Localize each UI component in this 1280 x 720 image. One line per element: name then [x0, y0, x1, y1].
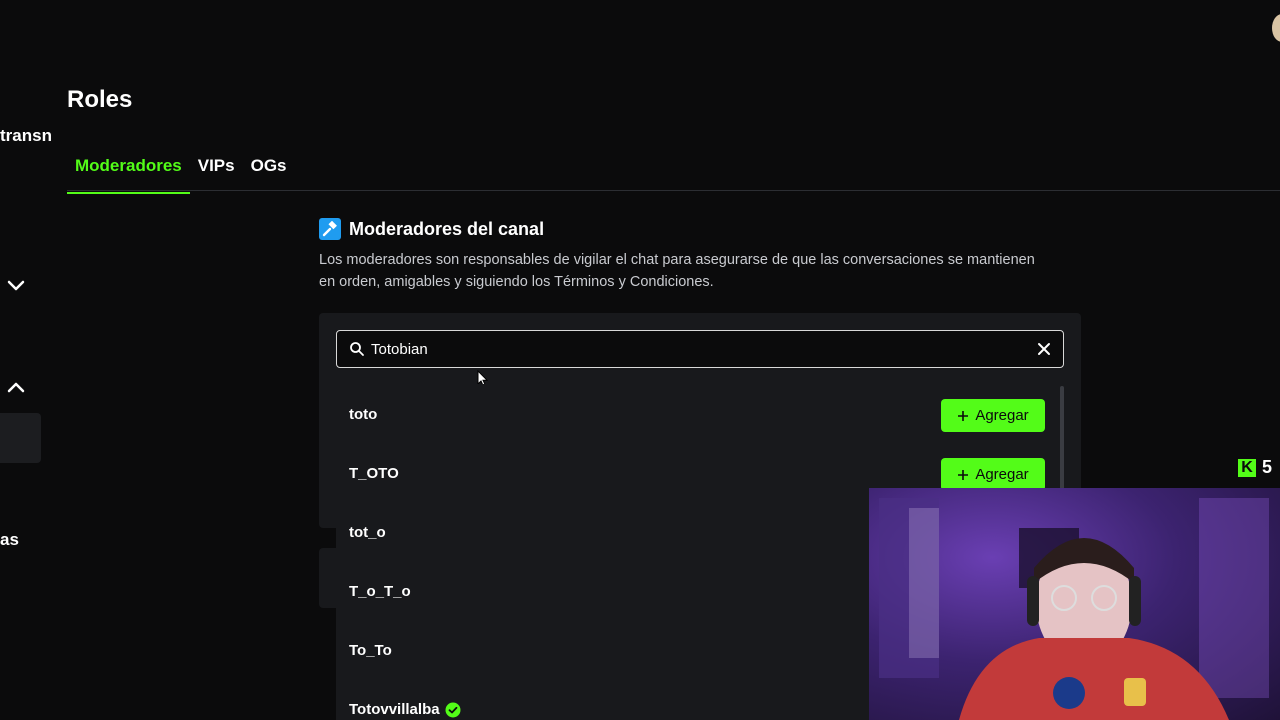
sidebar-item-partial[interactable]: transn — [0, 126, 52, 146]
sidebar-item-partial[interactable]: as — [0, 530, 19, 550]
sidebar-selected-item[interactable] — [0, 413, 41, 463]
roles-tabs: Moderadores VIPs OGs — [67, 150, 295, 194]
webcam-person-illustration — [879, 498, 1269, 720]
tab-vips[interactable]: VIPs — [190, 150, 243, 194]
chevron-up-icon[interactable] — [6, 377, 26, 397]
search-field[interactable] — [336, 330, 1064, 368]
sidebar-item-label: transn — [0, 126, 52, 145]
tab-moderadores[interactable]: Moderadores — [67, 150, 190, 194]
kick-count: 5 — [1262, 457, 1273, 477]
moderator-hammer-icon — [319, 218, 341, 240]
kick-logo-icon: K — [1238, 458, 1256, 477]
search-icon — [350, 342, 364, 356]
clear-icon[interactable] — [1037, 342, 1051, 356]
username-verified: Totovvillalba — [349, 701, 461, 718]
chevron-down-icon[interactable] — [6, 276, 26, 296]
section-header: Moderadores del canal — [319, 218, 544, 240]
list-item[interactable]: toto Agregar — [336, 385, 1058, 444]
username: toto — [349, 406, 378, 423]
page-title: Roles — [67, 86, 133, 113]
tab-ogs[interactable]: OGs — [243, 150, 295, 194]
add-moderator-button[interactable]: Agregar — [941, 458, 1045, 491]
section-title: Moderadores del canal — [349, 218, 545, 239]
username: T_o_T_o — [349, 583, 411, 600]
plus-icon — [958, 469, 969, 480]
add-button-label: Agregar — [975, 407, 1029, 424]
username: tot_o — [349, 524, 386, 541]
sidebar-item-label: as — [0, 530, 19, 549]
webcam-overlay — [869, 488, 1280, 720]
add-moderator-button[interactable]: Agregar — [941, 399, 1045, 432]
user-avatar[interactable] — [1272, 14, 1280, 42]
username: Totovvillalba — [349, 701, 440, 718]
username: T_OTO — [349, 465, 399, 482]
plus-icon — [958, 410, 969, 421]
verified-badge-icon — [445, 702, 461, 717]
username: To_To — [349, 642, 392, 659]
section-description: Los moderadores son responsables de vigi… — [319, 252, 1035, 290]
add-button-label: Agregar — [975, 466, 1029, 483]
tabs-divider — [67, 190, 1280, 191]
search-input[interactable] — [371, 340, 1037, 358]
kick-viewer-badge: K 5 — [1238, 457, 1272, 478]
